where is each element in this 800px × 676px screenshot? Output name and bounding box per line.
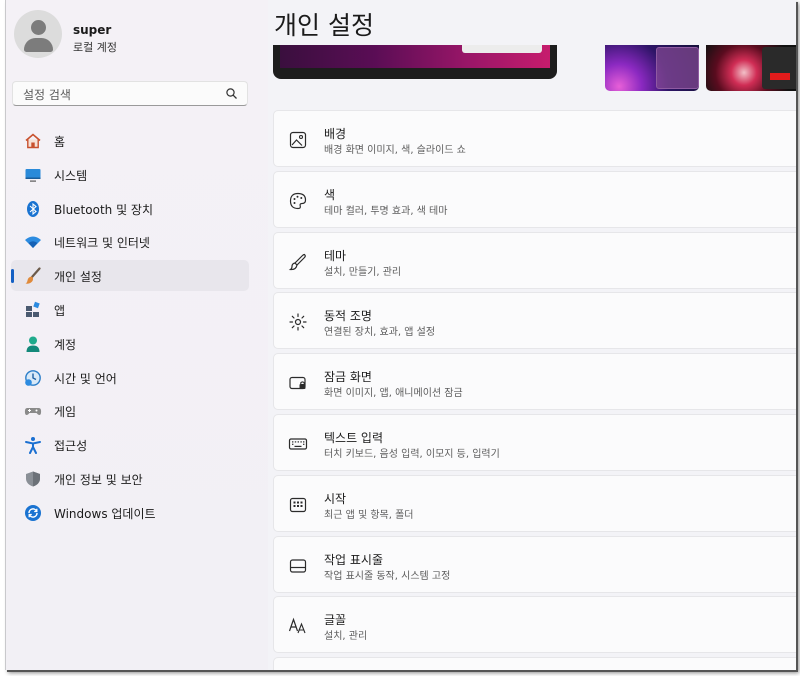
- nav-item-time-language[interactable]: 시간 및 언어: [11, 362, 249, 393]
- card-title: 동적 조명: [324, 309, 372, 324]
- card-subtitle: 터치 키보드, 음성 입력, 이모지 등, 입력기: [324, 448, 500, 460]
- clock-globe-icon: [24, 369, 42, 387]
- settings-card-list: 배경 배경 화면 이미지, 색, 슬라이드 쇼 색 테마 컬러, 투명 효과, …: [273, 110, 796, 670]
- nav-label: 시스템: [54, 168, 88, 183]
- user-name: super: [73, 23, 112, 37]
- card-background[interactable]: 배경 배경 화면 이미지, 색, 슬라이드 쇼: [273, 110, 796, 167]
- image-icon: [288, 130, 308, 150]
- nav-item-accounts[interactable]: 계정: [11, 328, 249, 359]
- home-icon: [24, 132, 42, 150]
- nav-item-windows-update[interactable]: Windows 업데이트: [11, 497, 249, 528]
- search-input[interactable]: [21, 85, 225, 104]
- card-title: 글꼴: [324, 613, 347, 628]
- start-icon: [288, 495, 308, 515]
- dynamic-lighting-icon: [288, 312, 308, 332]
- nav-item-accessibility[interactable]: 접근성: [11, 429, 249, 460]
- nav-label: 접근성: [54, 439, 88, 454]
- card-title: 시작: [324, 491, 347, 506]
- card-subtitle: 설치, 관리: [324, 631, 368, 643]
- settings-window: super 로컬 계정 홈 시스템: [5, 0, 796, 670]
- main-content: 개인 설정 배경 배경 화면 이미지, 색, 슬라이드 쇼 색 테마 컬러, 투…: [268, 0, 796, 670]
- lock-screen-icon: [288, 373, 308, 393]
- account-icon: [24, 335, 42, 353]
- card-subtitle: 테마 컬러, 투명 효과, 색 테마: [324, 205, 448, 217]
- taskbar-icon: [288, 556, 308, 576]
- card-title: 작업 표시줄: [324, 552, 384, 567]
- card-subtitle: 화면 이미지, 앱, 애니메이션 잠금: [324, 388, 463, 400]
- update-icon: [24, 504, 42, 522]
- card-subtitle: 배경 화면 이미지, 색, 슬라이드 쇼: [324, 145, 466, 156]
- shield-icon: [24, 470, 42, 488]
- card-themes[interactable]: 테마 설치, 만들기, 관리: [273, 231, 796, 289]
- card-subtitle: 최근 앱 및 항목, 폴더: [324, 509, 414, 521]
- brush-icon: [288, 252, 308, 272]
- card-title: 잠금 화면: [324, 370, 372, 385]
- accessibility-icon: [24, 436, 42, 455]
- nav-item-system[interactable]: 시스템: [11, 159, 249, 190]
- gamepad-icon: [24, 402, 42, 420]
- nav-label: 시간 및 언어: [54, 371, 117, 386]
- card-subtitle: 설치, 만들기, 관리: [324, 266, 402, 278]
- nav-item-privacy-security[interactable]: 개인 정보 및 보안: [11, 463, 249, 494]
- nav-label: 홈: [54, 135, 66, 149]
- keyboard-icon: [288, 434, 308, 454]
- theme-preview: [273, 45, 558, 81]
- monitor-icon: [24, 166, 42, 184]
- nav-label: Bluetooth 및 장치: [54, 202, 154, 217]
- nav-label: 계정: [54, 337, 77, 352]
- card-lock-screen[interactable]: 잠금 화면 화면 이미지, 앱, 애니메이션 잠금: [273, 353, 796, 411]
- bluetooth-icon: [24, 200, 42, 218]
- page-title: 개인 설정: [274, 11, 374, 40]
- card-title: 배경: [324, 127, 347, 141]
- card-title: 텍스트 입력: [324, 430, 384, 445]
- paintbrush-icon: [24, 267, 42, 285]
- avatar[interactable]: [14, 10, 62, 58]
- theme-thumbnail[interactable]: [706, 45, 796, 91]
- nav-item-bluetooth[interactable]: Bluetooth 및 장치: [11, 193, 249, 224]
- card-fonts[interactable]: 글꼴 설치, 관리: [273, 596, 796, 654]
- nav-label: 게임: [54, 405, 77, 420]
- card-subtitle: 연결된 장치, 효과, 앱 설정: [324, 327, 436, 339]
- card-partial[interactable]: [273, 657, 796, 670]
- nav-item-personalization[interactable]: 개인 설정: [11, 260, 249, 292]
- search-icon[interactable]: [225, 87, 239, 101]
- theme-thumbnail[interactable]: [605, 45, 699, 91]
- apps-icon: [24, 301, 42, 319]
- wifi-icon: [24, 233, 42, 251]
- card-colors[interactable]: 색 테마 컬러, 투명 효과, 색 테마: [273, 170, 796, 228]
- nav-item-apps[interactable]: 앱: [11, 294, 249, 325]
- card-title: 테마: [324, 248, 347, 263]
- nav-item-network[interactable]: 네트워크 및 인터넷: [11, 226, 249, 257]
- font-icon: [288, 616, 308, 636]
- account-type: 로컬 계정: [73, 41, 117, 54]
- card-dynamic-lighting[interactable]: 동적 조명 연결된 장치, 효과, 앱 설정: [273, 292, 796, 350]
- card-subtitle: 작업 표시줄 동작, 시스템 고정: [324, 570, 451, 582]
- search-box[interactable]: [12, 81, 248, 106]
- sidebar: super 로컬 계정 홈 시스템: [6, 0, 268, 670]
- nav-label: 네트워크 및 인터넷: [54, 236, 150, 251]
- nav-label: Windows 업데이트: [54, 506, 156, 521]
- nav-item-gaming[interactable]: 게임: [11, 395, 249, 426]
- card-text-input[interactable]: 텍스트 입력 터치 키보드, 음성 입력, 이모지 등, 입력기: [273, 413, 796, 471]
- nav-label: 개인 정보 및 보안: [54, 472, 143, 487]
- nav-list: 홈 시스템 Bluetooth 및 장치 네트워크 및 인터넷 개인 설정 앱 …: [11, 125, 249, 531]
- palette-icon: [288, 191, 308, 211]
- card-title: 색: [324, 187, 336, 202]
- nav-item-home[interactable]: 홈: [11, 125, 249, 156]
- card-taskbar[interactable]: 작업 표시줄 작업 표시줄 동작, 시스템 고정: [273, 535, 796, 593]
- card-start[interactable]: 시작 최근 앱 및 항목, 폴더: [273, 474, 796, 532]
- nav-label: 개인 설정: [54, 270, 102, 285]
- nav-label: 앱: [54, 303, 66, 318]
